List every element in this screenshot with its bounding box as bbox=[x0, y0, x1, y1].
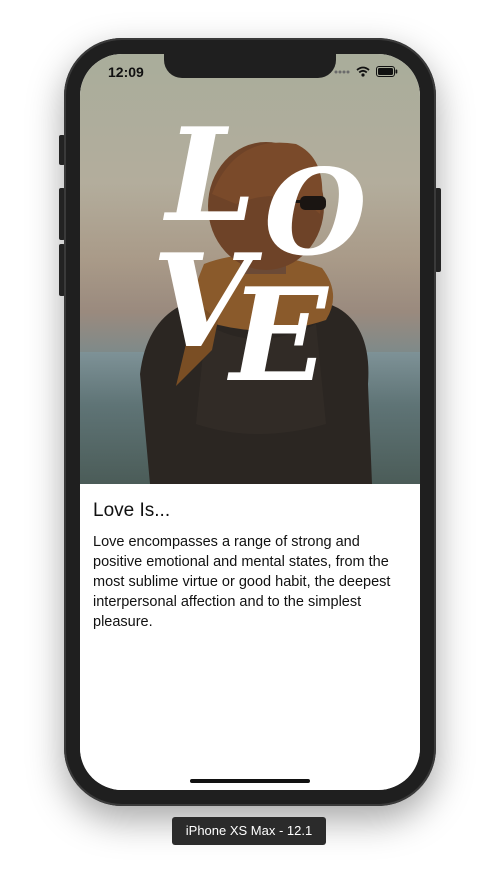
device-label: iPhone XS Max - 12.1 bbox=[172, 817, 326, 845]
hero-letter-e: E bbox=[230, 261, 328, 411]
battery-icon bbox=[376, 66, 398, 77]
article-body: Love encompasses a range of strong and p… bbox=[93, 534, 391, 630]
signal-dots-icon bbox=[334, 70, 350, 73]
article-title: Love Is... bbox=[93, 500, 171, 521]
simulator-stage: L O V E 12:09 Love Is... Love encompasse… bbox=[0, 0, 500, 881]
hero-letter-l: L bbox=[166, 101, 256, 251]
home-indicator[interactable] bbox=[190, 779, 310, 783]
device-screen: L O V E 12:09 Love Is... Love encompasse… bbox=[80, 54, 420, 790]
status-icons bbox=[334, 66, 398, 77]
wifi-icon bbox=[356, 66, 370, 77]
status-time: 12:09 bbox=[108, 64, 144, 80]
hero-image: L O V E bbox=[80, 54, 420, 484]
hero-letter-o: O bbox=[264, 143, 367, 282]
article-content: Love Is... Love encompasses a range of s… bbox=[80, 484, 420, 790]
device-notch bbox=[164, 54, 336, 78]
